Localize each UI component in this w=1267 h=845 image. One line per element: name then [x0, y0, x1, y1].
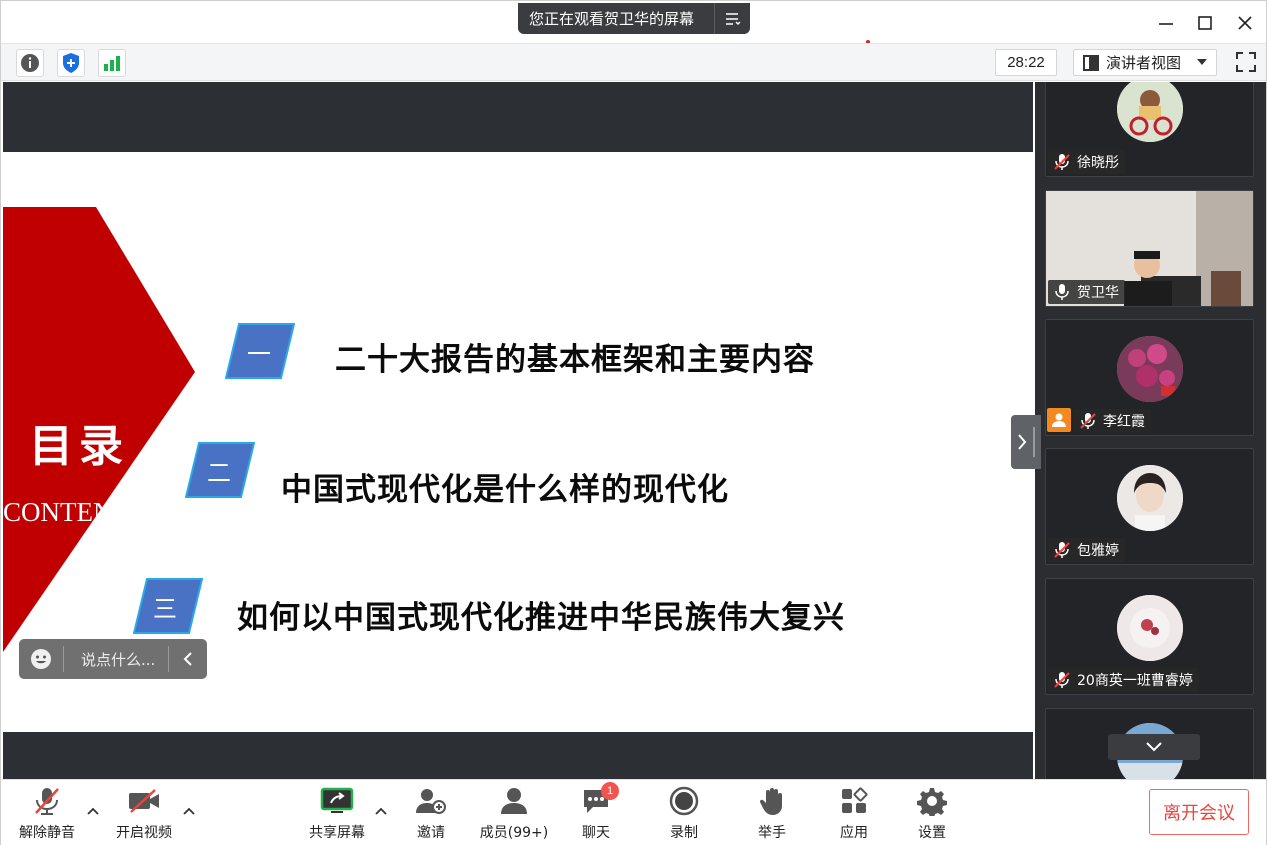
- chat-quick-input[interactable]: 说点什么...: [19, 639, 207, 679]
- add-user-icon: [411, 784, 451, 818]
- mic-on-icon: [1055, 284, 1069, 300]
- screen-share-banner: 您正在观看贺卫华的屏幕: [518, 3, 750, 34]
- share-screen-button[interactable]: 共享屏幕: [307, 784, 367, 842]
- video-options-chevron-icon[interactable]: [182, 804, 196, 818]
- chat-button[interactable]: 1 聊天: [573, 782, 619, 842]
- invite-button[interactable]: 邀请: [406, 784, 456, 842]
- raise-hand-label: 举手: [758, 825, 786, 841]
- participant-nametag: 徐晓彤: [1048, 150, 1125, 174]
- item-number-3: 三: [153, 595, 177, 623]
- title-bar: 您正在观看贺卫华的屏幕: [1, 1, 1266, 44]
- item-title-3: 如何以中国式现代化推进中华民族伟大复兴: [237, 600, 845, 636]
- meeting-window: 您正在观看贺卫华的屏幕 28:22 演讲者视图 目录 CONTENTS 一 二十…: [0, 0, 1267, 845]
- participant-nametag: 贺卫华: [1048, 280, 1125, 304]
- signal-strength-icon[interactable]: [98, 49, 126, 77]
- apps-button[interactable]: 应用: [831, 784, 877, 842]
- share-menu-icon[interactable]: [715, 12, 750, 26]
- security-shield-icon[interactable]: [57, 49, 85, 77]
- share-screen-icon: [317, 784, 357, 818]
- chevron-down-icon: [1146, 742, 1162, 752]
- apps-label: 应用: [840, 825, 868, 841]
- record-icon: [664, 784, 704, 818]
- chat-icon: 1: [576, 782, 619, 818]
- item-title-1: 二十大报告的基本框架和主要内容: [335, 342, 815, 378]
- mic-muted-icon: [1054, 542, 1070, 558]
- emoji-icon[interactable]: [19, 648, 63, 670]
- info-icon[interactable]: [16, 49, 44, 77]
- unmute-label: 解除静音: [19, 825, 75, 841]
- item-number-2: 二: [207, 459, 231, 487]
- raise-hand-icon: [752, 784, 792, 818]
- audio-options-chevron-icon[interactable]: [86, 804, 100, 818]
- gear-icon: [912, 784, 952, 818]
- participant-nametag: 李红霞: [1074, 409, 1151, 433]
- item-number-1: 一: [247, 340, 271, 368]
- minimize-button[interactable]: [1154, 11, 1178, 35]
- participant-name: 20商英一班曹睿婷: [1077, 673, 1193, 689]
- participant-nametag: 包雅婷: [1048, 538, 1125, 562]
- mic-muted-icon: [1080, 413, 1096, 429]
- settings-button[interactable]: 设置: [909, 784, 955, 842]
- settings-label: 设置: [918, 825, 946, 841]
- chat-label: 聊天: [582, 825, 610, 841]
- members-label: 成员(99+): [479, 825, 549, 841]
- mic-muted-icon: [1054, 672, 1070, 688]
- view-mode-select[interactable]: 演讲者视图: [1073, 49, 1217, 76]
- maximize-button[interactable]: [1193, 11, 1217, 35]
- person-avatar: [1117, 465, 1183, 531]
- share-screen-label: 共享屏幕: [309, 825, 365, 841]
- participant-video-panel: 徐晓彤 贺卫华 李红霞 包雅婷 20商英一班曹睿婷: [1035, 82, 1266, 779]
- meeting-info-bar: 28:22 演讲者视图: [1, 43, 1266, 81]
- mic-muted-icon: [27, 784, 67, 818]
- participant-name: 贺卫华: [1077, 285, 1119, 301]
- start-video-button[interactable]: 开启视频: [114, 784, 174, 842]
- members-button[interactable]: 成员(99+): [478, 784, 550, 842]
- participant-tile[interactable]: 徐晓彤: [1045, 82, 1254, 177]
- chat-placeholder[interactable]: 说点什么...: [64, 649, 168, 670]
- participant-nametag: 20商英一班曹睿婷: [1048, 668, 1199, 692]
- host-icon: [1047, 408, 1071, 432]
- camera-off-icon: [124, 784, 164, 818]
- view-mode-label: 演讲者视图: [1106, 54, 1182, 72]
- participant-name: 包雅婷: [1077, 543, 1119, 559]
- share-options-chevron-icon[interactable]: [374, 804, 388, 818]
- record-label: 录制: [670, 825, 698, 841]
- close-button[interactable]: [1233, 11, 1257, 35]
- participant-name: 徐晓彤: [1077, 155, 1119, 171]
- speaker-view-icon: [1083, 54, 1099, 71]
- raise-hand-button[interactable]: 举手: [749, 784, 795, 842]
- chat-badge: 1: [601, 782, 619, 800]
- flower-avatar: [1117, 336, 1183, 402]
- members-icon: [494, 784, 534, 818]
- invite-label: 邀请: [417, 825, 445, 841]
- share-banner-text: 您正在观看贺卫华的屏幕: [529, 10, 695, 28]
- collapse-panel-button[interactable]: [1011, 415, 1041, 469]
- start-video-label: 开启视频: [116, 825, 172, 841]
- participant-name: 李红霞: [1103, 414, 1145, 430]
- chevron-down-icon: [1197, 59, 1207, 65]
- contents-heading-en: CONTENTS: [3, 497, 144, 527]
- participant-tile[interactable]: 20商英一班曹睿婷: [1045, 578, 1254, 695]
- record-button[interactable]: 录制: [661, 784, 707, 842]
- flower-avatar: [1117, 595, 1183, 661]
- cartoon-avatar: [1117, 82, 1183, 142]
- unmute-button[interactable]: 解除静音: [17, 784, 77, 842]
- contents-heading: 目录: [29, 421, 129, 472]
- apps-icon: [834, 784, 874, 818]
- item-title-2: 中国式现代化是什么样的现代化: [281, 472, 729, 508]
- participant-tile[interactable]: 包雅婷: [1045, 448, 1254, 565]
- scroll-down-button[interactable]: [1108, 734, 1200, 760]
- leave-meeting-button[interactable]: 离开会议: [1149, 789, 1249, 835]
- participant-tile[interactable]: 贺卫华: [1045, 190, 1254, 307]
- participant-tile[interactable]: 李红霞: [1045, 319, 1254, 436]
- meeting-toolbar: 解除静音 开启视频 共享屏幕 邀请 成员(99+) 1 聊天 录制 举手 应用 …: [1, 779, 1266, 845]
- mic-muted-icon: [1054, 154, 1070, 170]
- fullscreen-icon[interactable]: [1233, 49, 1259, 75]
- meeting-timer: 28:22: [995, 49, 1057, 76]
- collapse-chat-icon[interactable]: [169, 652, 207, 666]
- chevron-right-icon: [1018, 434, 1027, 450]
